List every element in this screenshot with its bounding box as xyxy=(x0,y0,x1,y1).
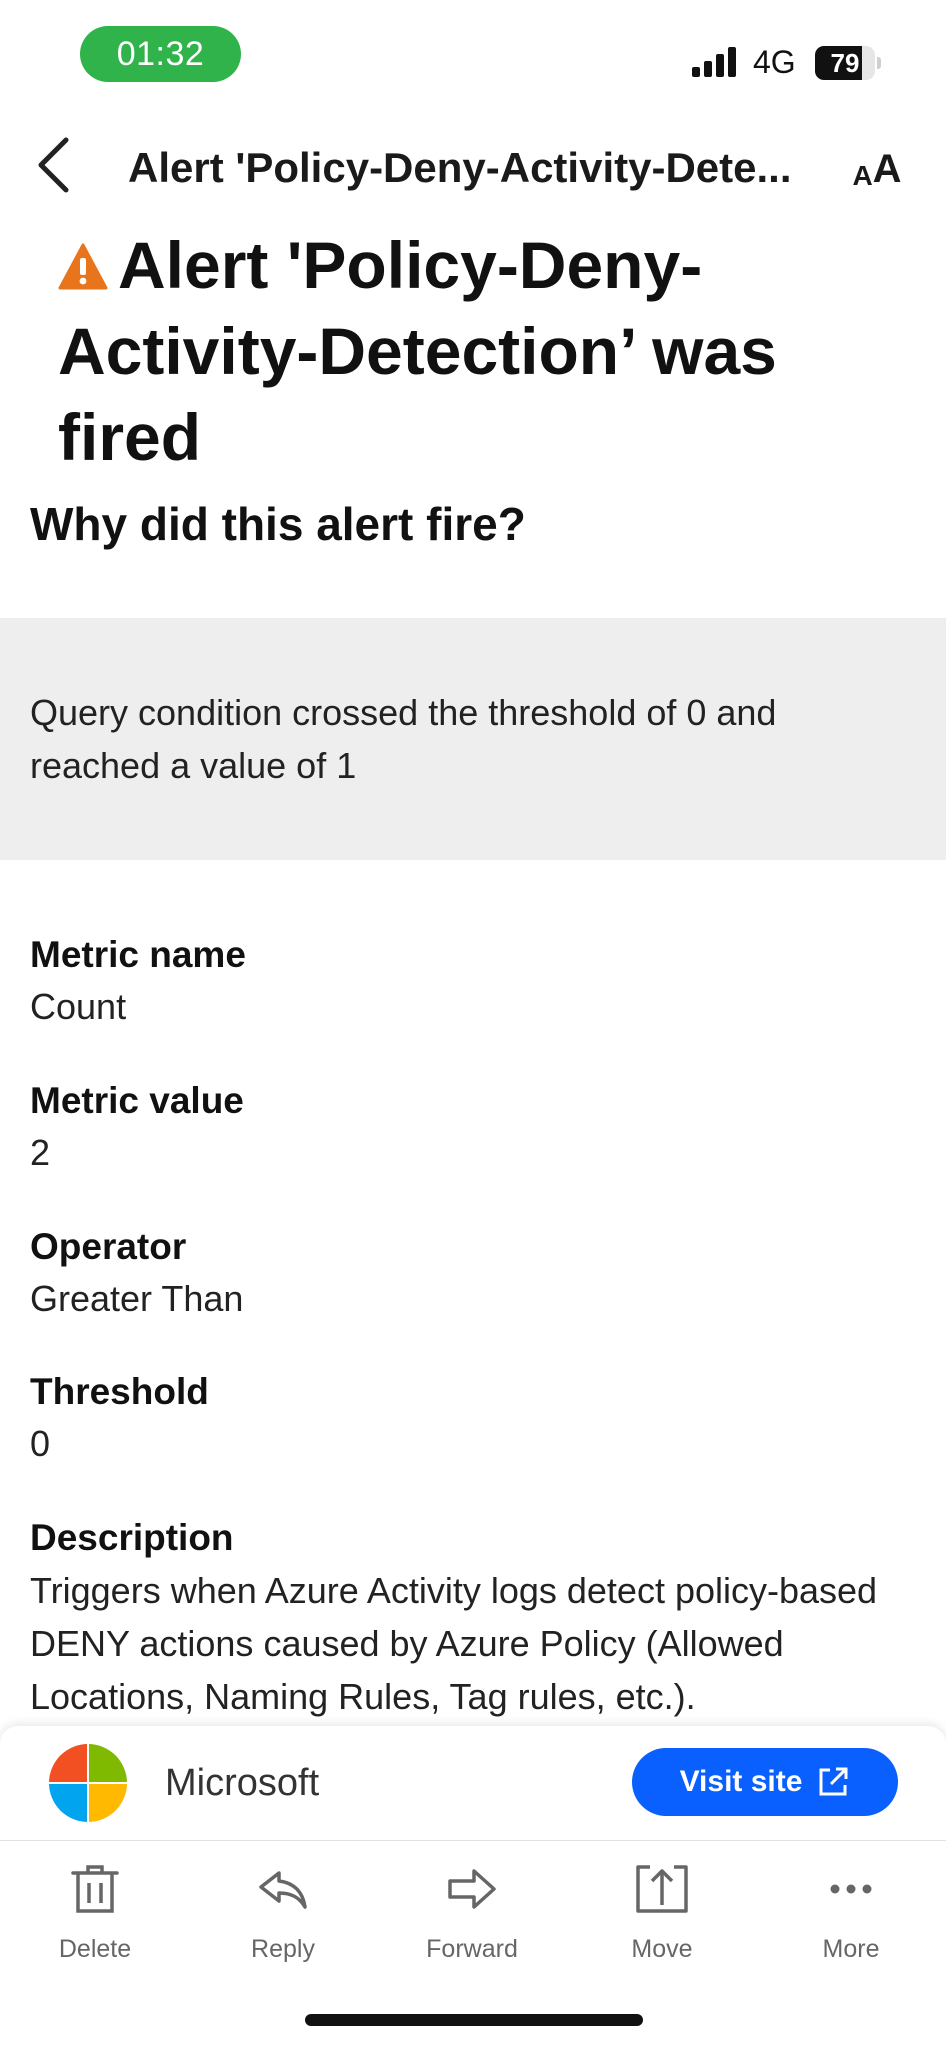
headline-text: Alert 'Policy-Deny-Activity-Detection’ w… xyxy=(58,228,777,474)
battery-icon: 79 xyxy=(815,46,881,80)
why-heading: Why did this alert fire? xyxy=(30,498,526,550)
move-button[interactable]: Move xyxy=(587,1861,737,1971)
text-size-button[interactable]: AA xyxy=(846,142,908,192)
warning-icon xyxy=(58,243,108,290)
metric-value-label: Metric value xyxy=(30,1080,244,1121)
operator-label: Operator xyxy=(30,1226,187,1267)
status-bar: 01:32 4G 79 xyxy=(0,0,946,100)
cellular-signal-icon xyxy=(692,47,736,77)
reply-label: Reply xyxy=(251,1935,315,1963)
ad-banner[interactable]: Microsoft Visit site xyxy=(0,1726,946,1840)
email-headline: Alert 'Policy-Deny-Activity-Detection’ w… xyxy=(58,222,898,480)
forward-icon xyxy=(448,1869,496,1909)
home-indicator xyxy=(305,2014,643,2026)
reply-button[interactable]: Reply xyxy=(208,1861,358,1971)
ad-name: Microsoft xyxy=(165,1762,320,1804)
visit-site-button[interactable]: Visit site xyxy=(632,1748,898,1816)
move-label: Move xyxy=(631,1935,693,1963)
microsoft-logo xyxy=(49,1744,127,1822)
chevron-left-icon xyxy=(38,137,69,193)
reply-icon xyxy=(259,1871,307,1909)
nav-title: Alert 'Policy-Deny-Activity-Dete... xyxy=(128,144,792,191)
forward-button[interactable]: Forward xyxy=(397,1861,547,1971)
nav-bar: Alert 'Policy-Deny-Activity-Dete... AA xyxy=(0,120,946,215)
more-label: More xyxy=(822,1935,880,1963)
metric-value-value: 2 xyxy=(30,1132,51,1173)
metric-name-label: Metric name xyxy=(30,934,246,975)
more-button[interactable]: More xyxy=(776,1861,926,1971)
condition-text: Query condition crossed the threshold of… xyxy=(30,692,777,786)
text-size-big-glyph: A xyxy=(872,147,902,191)
threshold-label: Threshold xyxy=(30,1371,209,1412)
operator-value: Greater Than xyxy=(30,1278,244,1319)
forward-label: Forward xyxy=(426,1935,518,1963)
delete-button[interactable]: Delete xyxy=(20,1861,170,1971)
visit-site-label: Visit site xyxy=(679,1765,803,1798)
external-link-icon xyxy=(819,1767,848,1796)
metric-name-value: Count xyxy=(30,986,127,1027)
battery-level: 79 xyxy=(830,47,860,78)
more-icon xyxy=(830,1884,872,1894)
threshold-value: 0 xyxy=(30,1423,51,1464)
move-icon xyxy=(636,1865,688,1913)
trash-icon xyxy=(71,1865,119,1913)
delete-label: Delete xyxy=(58,1935,132,1963)
back-button[interactable] xyxy=(28,130,78,200)
text-size-small-glyph: A xyxy=(852,160,873,191)
description-value: Triggers when Azure Activity logs detect… xyxy=(30,1570,878,1717)
network-type: 4G xyxy=(753,44,796,80)
status-time: 01:32 xyxy=(80,26,241,82)
description-label: Description xyxy=(30,1517,234,1558)
